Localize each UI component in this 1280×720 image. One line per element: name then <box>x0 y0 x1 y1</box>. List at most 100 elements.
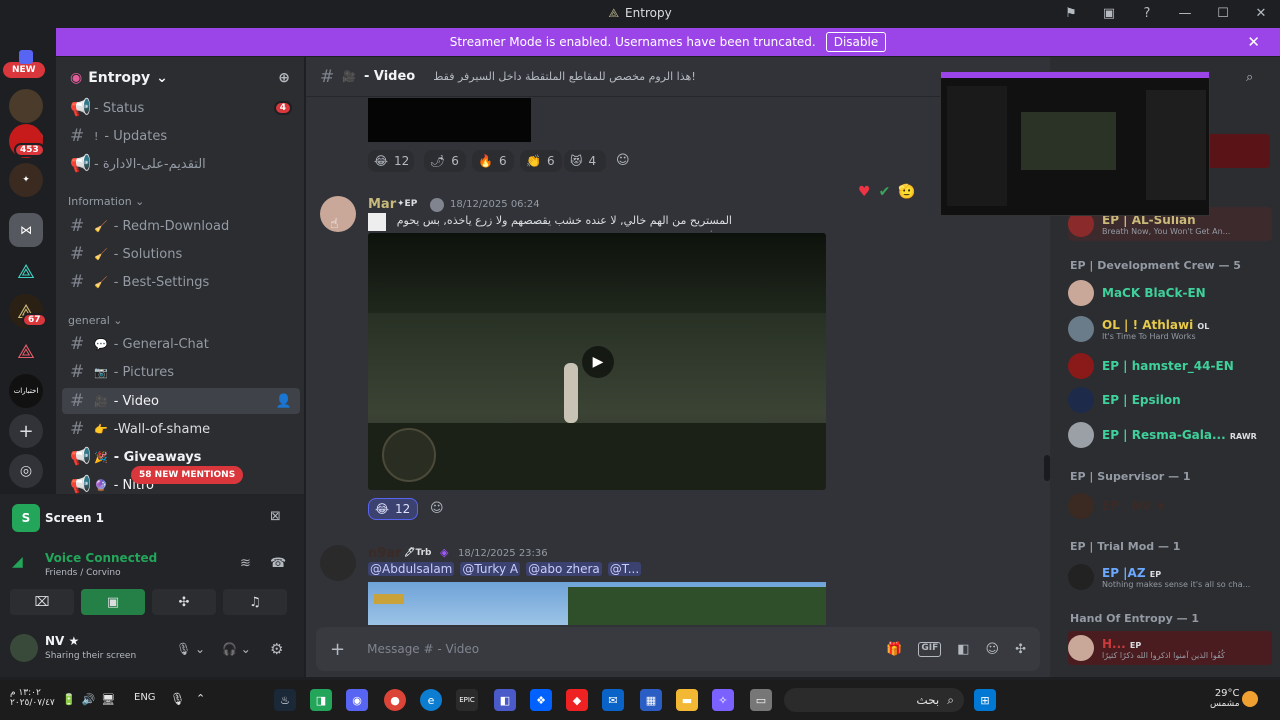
reaction-fire[interactable]: 🔥 6 <box>472 150 514 172</box>
avatar[interactable] <box>320 545 356 581</box>
check-icon[interactable]: ✔ <box>879 184 891 200</box>
discord-icon[interactable]: ◉ <box>346 689 368 711</box>
category-information[interactable]: Information ⌄ <box>68 195 144 208</box>
voice-connected-label[interactable]: Voice Connected <box>45 551 157 565</box>
channel-wall-of-shame[interactable]: # 👉 -Wall-of-shame <box>62 416 300 442</box>
channel-redm-download[interactable]: # 🧹 - Redm-Download <box>62 213 300 239</box>
reaction-laugh[interactable]: 😂 12 <box>368 498 418 520</box>
mention[interactable]: @abo zhera <box>526 562 602 576</box>
video-player[interactable]: ▶ <box>368 233 826 490</box>
gift-icon[interactable]: 🎁 <box>886 642 902 657</box>
mention[interactable]: @T... <box>607 562 642 576</box>
channel-pictures[interactable]: # 📷 - Pictures <box>62 359 300 385</box>
help-icon[interactable]: ? <box>1128 0 1166 27</box>
edge-icon[interactable]: e <box>420 689 442 711</box>
server-icon[interactable]: ⟁ <box>9 254 43 288</box>
server-icon[interactable]: ⋈ <box>9 213 43 247</box>
member-item[interactable]: OL | ! Athlawi OL It's Time To Hard Works <box>1068 312 1272 346</box>
activities-button[interactable]: ✣ <box>152 589 216 615</box>
channel-solutions[interactable]: # 🧹 - Solutions <box>62 241 300 267</box>
camera-off-button[interactable]: ⌧ <box>10 589 74 615</box>
plus-icon[interactable]: + <box>330 639 345 660</box>
screen-share-button[interactable]: ▣ <box>81 589 145 615</box>
mail-icon[interactable]: ✉ <box>602 689 624 711</box>
stream-preview[interactable] <box>940 71 1210 216</box>
clock[interactable]: ١٣:٠٢ م ٢٠٢٥/٠٧/٤٧ <box>10 688 55 708</box>
search-icon[interactable]: ⌕ <box>1246 70 1253 85</box>
reaction-cat[interactable]: 😻 4 <box>564 150 606 172</box>
attachment-image[interactable] <box>368 582 826 625</box>
steam-icon[interactable]: ♨ <box>274 689 296 711</box>
add-reaction-icon[interactable]: ☺ <box>616 153 630 168</box>
channel-video[interactable]: # 🎥 - Video 👤 <box>62 388 300 414</box>
headphones-icon[interactable]: 🎧 ⌄ <box>222 642 251 656</box>
disable-streamer-button[interactable]: Disable <box>825 32 887 52</box>
minimize-button[interactable]: — <box>1166 0 1204 27</box>
emoji-icon[interactable]: ☺ <box>986 642 1000 657</box>
message-author[interactable]: n9ar <box>368 546 401 561</box>
message-input[interactable]: Message # - Video <box>367 642 479 656</box>
server-icon[interactable]: اختبارات <box>9 374 43 408</box>
microphone-icon[interactable]: 🎙 <box>170 692 185 706</box>
server-icon[interactable]: ⟁ <box>9 334 43 368</box>
disconnect-icon[interactable]: ☎ <box>270 556 286 571</box>
reaction-pepper[interactable]: 🌶 6 <box>424 150 466 172</box>
channel-status[interactable]: 📢 - Status 4 <box>62 95 300 121</box>
member-item[interactable]: MaCK BlaCk-EN <box>1068 276 1272 310</box>
saluting-face-icon[interactable]: 🫡 <box>898 184 915 200</box>
channel-topic[interactable]: هذا الروم مخصص للمقاطع الملتقطة داخل الس… <box>433 70 696 83</box>
folder-icon[interactable]: ▬ <box>676 689 698 711</box>
member-item[interactable]: EP |AZ EP Nothing makes sense it's all so… <box>1068 560 1272 594</box>
settings-gear-icon[interactable]: ⚙ <box>270 640 283 658</box>
maximize-button[interactable]: ☐ <box>1204 0 1242 27</box>
add-server-icon[interactable]: + <box>9 414 43 448</box>
heart-icon[interactable]: ♥ <box>858 184 871 200</box>
epic-games-icon[interactable]: EPIC <box>456 689 478 711</box>
channel-general-chat[interactable]: # 💬 - General-Chat <box>62 331 300 357</box>
copilot-icon[interactable]: ✧ <box>712 689 734 711</box>
language-indicator[interactable]: ENG <box>134 692 156 703</box>
noise-suppression-icon[interactable]: ≋ <box>240 556 251 571</box>
channel-apply[interactable]: 📢 - التقديم-على-الادارة <box>62 151 300 177</box>
weather[interactable]: 29°C مشمس <box>1210 688 1240 709</box>
attachment-image[interactable] <box>368 98 531 142</box>
stop-stream-icon[interactable]: ⊠ <box>270 509 281 524</box>
server-icon[interactable]: ✦ <box>9 163 43 197</box>
chevron-up-icon[interactable]: ⌃ <box>196 692 205 705</box>
soundboard-button[interactable]: ♫ <box>223 589 287 615</box>
mention[interactable]: @Abdulsalam <box>368 562 455 576</box>
discover-icon[interactable]: ◎ <box>9 454 43 488</box>
reaction-laugh[interactable]: 😂 12 <box>368 150 414 172</box>
member-item[interactable]: EP | Epsilon <box>1068 383 1272 417</box>
reaction-clap[interactable]: 👏 6 <box>520 150 562 172</box>
apps-icon[interactable]: ✣ <box>1015 642 1026 657</box>
mention[interactable]: @Turky A <box>460 562 521 576</box>
channel-best-settings[interactable]: # 🧹 - Best-Settings <box>62 269 300 295</box>
server-header[interactable]: ◉ Entropy ⌄ ⊕ <box>56 57 304 99</box>
microphone-icon[interactable]: 🎙 ⌄ <box>176 642 205 656</box>
close-banner-icon[interactable]: ✕ <box>1247 33 1260 51</box>
avatar[interactable] <box>10 634 38 662</box>
inbox-icon[interactable]: ▣ <box>1090 0 1128 27</box>
play-icon[interactable]: ▶ <box>582 346 614 378</box>
close-button[interactable]: ✕ <box>1242 0 1280 27</box>
add-reaction-icon[interactable]: ☺ <box>430 501 444 516</box>
chrome-icon[interactable]: ● <box>384 689 406 711</box>
dm-icon[interactable] <box>19 50 33 64</box>
store-icon[interactable]: ▦ <box>640 689 662 711</box>
add-member-icon[interactable]: ⊕ <box>278 70 290 86</box>
app-icon[interactable]: ▭ <box>750 689 772 711</box>
message-author[interactable]: Mar <box>368 197 396 212</box>
member-item[interactable]: H... EP كُفُوا الذين آمنوا اذكروا الله ذك… <box>1068 631 1272 665</box>
invite-icon[interactable]: 👤 <box>276 394 292 409</box>
tray-icons[interactable]: 🔋🔊🖥 <box>62 693 121 706</box>
channel-updates[interactable]: #! - Updates <box>62 123 300 149</box>
app-icon[interactable]: ◧ <box>494 689 516 711</box>
server-icon[interactable] <box>9 89 43 123</box>
sticker-icon[interactable]: ◧ <box>957 642 969 657</box>
dropbox-icon[interactable]: ❖ <box>530 689 552 711</box>
app-icon[interactable]: ◆ <box>566 689 588 711</box>
member-item[interactable]: EP | Resma-Gala... RAWR <box>1068 418 1272 452</box>
app-icon[interactable]: ◨ <box>310 689 332 711</box>
search-box[interactable]: بحث ⌕ <box>784 688 964 712</box>
